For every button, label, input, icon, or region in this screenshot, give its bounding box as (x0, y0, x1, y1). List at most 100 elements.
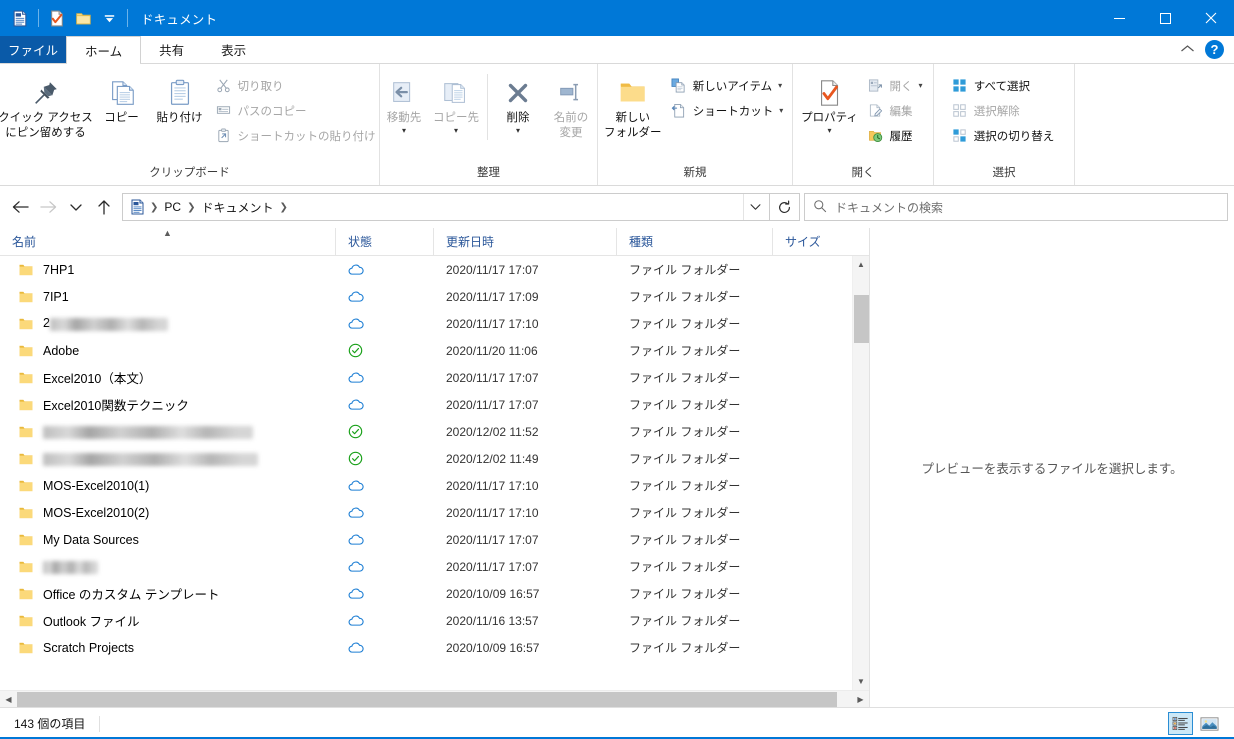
refresh-button[interactable] (770, 193, 800, 221)
vscroll-up-arrow[interactable]: ▲ (853, 256, 870, 273)
hscroll-right-arrow[interactable]: ▶ (852, 691, 869, 708)
ribbon-filler (1075, 64, 1234, 185)
file-date-cell: 2020/12/02 11:49 (446, 451, 539, 466)
table-row[interactable]: Excel2010関数テクニック 2020/11/17 17:07 ファイル フォル… (0, 391, 869, 418)
new-item-icon (670, 77, 687, 94)
column-header-date[interactable]: 更新日時 (434, 228, 617, 255)
search-input[interactable]: ドキュメントの検索 (804, 193, 1228, 221)
breadcrumb-separator-1[interactable]: ❯ (149, 196, 159, 218)
tab-home[interactable]: ホーム (66, 36, 142, 64)
back-button[interactable] (6, 193, 34, 221)
table-row[interactable]: Adobe 2020/11/20 11:06 ファイル フォルダー (0, 337, 869, 364)
invert-selection-button[interactable]: 選択の切り替え (948, 124, 1061, 147)
table-row[interactable]: Excel2010（本文） 2020/11/17 17:07 ファイル フォルダー (0, 364, 869, 391)
new-item-button[interactable]: 新しいアイテム ▾ (667, 74, 790, 97)
table-row[interactable]: 2020/12/02 11:49 ファイル フォルダー (0, 445, 869, 472)
tab-home-label: ホーム (85, 44, 123, 59)
tab-file[interactable]: ファイル (0, 36, 66, 63)
table-row[interactable]: MOS-Excel2010(1) 2020/11/17 17:10 ファイル フォル… (0, 472, 869, 499)
hscroll-left-arrow[interactable]: ◀ (0, 691, 17, 708)
copy-button[interactable]: コピー (96, 70, 148, 125)
breadcrumb-separator-3[interactable]: ❯ (278, 196, 288, 218)
properties-icon[interactable] (44, 5, 70, 31)
table-row[interactable]: 2020/11/17 17:07 ファイル フォルダー (0, 553, 869, 580)
move-to-button[interactable]: 移動先 ▾ (378, 70, 430, 136)
address-path-field[interactable]: ❯ PC ❯ ドキュメント ❯ (122, 193, 770, 221)
new-folder-icon[interactable] (70, 5, 96, 31)
hscroll-track[interactable] (17, 691, 852, 708)
select-none-button[interactable]: 選択解除 (948, 99, 1061, 122)
recent-locations-button[interactable] (62, 193, 90, 221)
vscroll-track[interactable] (853, 273, 870, 673)
rename-button[interactable]: 名前の 変更 (543, 70, 599, 141)
breadcrumb-item-pc[interactable]: PC (159, 196, 186, 218)
address-dropdown-button[interactable] (743, 194, 767, 220)
hscroll-thumb[interactable] (17, 691, 837, 707)
column-header-type[interactable]: 種類 (617, 228, 773, 255)
table-row[interactable]: 2020/12/02 11:52 ファイル フォルダー (0, 418, 869, 445)
file-name-label: Excel2010関数テクニック (43, 399, 189, 413)
tab-view[interactable]: 表示 (203, 36, 266, 63)
file-type-cell: ファイル フォルダー (629, 290, 741, 304)
window-controls (1096, 0, 1234, 36)
properties-button[interactable]: プロパティ ▾ (798, 70, 862, 136)
details-view-button[interactable] (1168, 712, 1193, 735)
column-header-size[interactable]: サイズ (773, 228, 853, 255)
copy-path-button[interactable]: パスのコピー (212, 99, 382, 122)
file-date-cell: 2020/11/16 13:57 (446, 613, 539, 628)
pin-to-quick-access-button[interactable]: クイック アクセス にピン留めする (0, 70, 94, 141)
file-size-cell (773, 310, 853, 337)
paste-button[interactable]: 貼り付け (150, 70, 210, 125)
file-type-cell: ファイル フォルダー (629, 344, 741, 358)
customize-qat-icon[interactable] (96, 5, 122, 31)
collapse-ribbon-icon[interactable] (1180, 43, 1195, 57)
invert-selection-label: 選択の切り替え (973, 130, 1055, 143)
select-all-button[interactable]: すべて選択 (948, 74, 1061, 97)
table-row[interactable]: Office のカスタム テンプレート 2020/10/09 16:57 ファイル … (0, 580, 869, 607)
delete-button[interactable]: 削除 ▾ (493, 70, 543, 136)
table-row[interactable]: MOS-Excel2010(2) 2020/11/17 17:10 ファイル フォル… (0, 499, 869, 526)
minimize-button[interactable] (1096, 0, 1142, 36)
paste-shortcut-button[interactable]: ショートカットの貼り付け (212, 124, 382, 147)
tab-share[interactable]: 共有 (141, 36, 204, 63)
up-button[interactable] (90, 193, 118, 221)
column-header-name[interactable]: ▲ 名前 (0, 228, 336, 255)
help-icon[interactable]: ? (1205, 40, 1224, 59)
vscroll-down-arrow[interactable]: ▼ (853, 673, 870, 690)
copy-to-button[interactable]: コピー先 ▾ (430, 70, 482, 136)
breadcrumb-separator-2[interactable]: ❯ (186, 196, 196, 218)
table-row[interactable]: Scratch Projects 2020/10/09 16:57 ファイル フォル… (0, 634, 869, 661)
history-button[interactable]: 履歴 (864, 124, 929, 147)
edit-button[interactable]: 編集 (864, 99, 929, 122)
forward-button[interactable] (34, 193, 62, 221)
cloud-only-icon (336, 472, 434, 499)
maximize-button[interactable] (1142, 0, 1188, 36)
documents-icon[interactable] (7, 5, 33, 31)
cut-button[interactable]: 切り取り (212, 74, 382, 97)
qat-separator (38, 9, 39, 27)
table-row[interactable]: 7IP1 2020/11/17 17:09 ファイル フォルダー (0, 283, 869, 310)
large-icons-view-button[interactable] (1197, 712, 1222, 735)
new-folder-button[interactable]: 新しい フォルダー (601, 70, 665, 141)
table-row[interactable]: 7HP1 2020/11/17 17:07 ファイル フォルダー (0, 256, 869, 283)
vertical-scrollbar[interactable]: ▲ ▼ (852, 256, 869, 690)
new-folder-icon (617, 74, 649, 108)
breadcrumb-item-documents[interactable]: ドキュメント (196, 196, 278, 218)
open-button[interactable]: 開く ▾ (864, 74, 929, 97)
column-header-status[interactable]: 状態 (336, 228, 434, 255)
cloud-only-icon (336, 607, 434, 634)
new-shortcut-button[interactable]: ショートカット ▾ (667, 99, 790, 122)
file-name-label: 7HP1 (43, 262, 75, 277)
open-group-label: 開く (851, 167, 875, 179)
delete-icon (503, 74, 533, 108)
table-row[interactable]: My Data Sources 2020/11/17 17:07 ファイル フォルダ… (0, 526, 869, 553)
close-button[interactable] (1188, 0, 1234, 36)
table-row[interactable]: Outlook ファイル 2020/11/16 13:57 ファイル フォルダー (0, 607, 869, 634)
file-name-label (43, 424, 253, 439)
vscroll-thumb[interactable] (853, 295, 869, 343)
table-row[interactable]: 2 2020/11/17 17:10 ファイル フォルダー (0, 310, 869, 337)
breadcrumb-documents-icon[interactable] (129, 199, 149, 215)
horizontal-scrollbar[interactable]: ◀ ▶ (0, 690, 869, 707)
column-header-status-label: 状態 (348, 235, 373, 249)
folder-icon (18, 613, 34, 629)
